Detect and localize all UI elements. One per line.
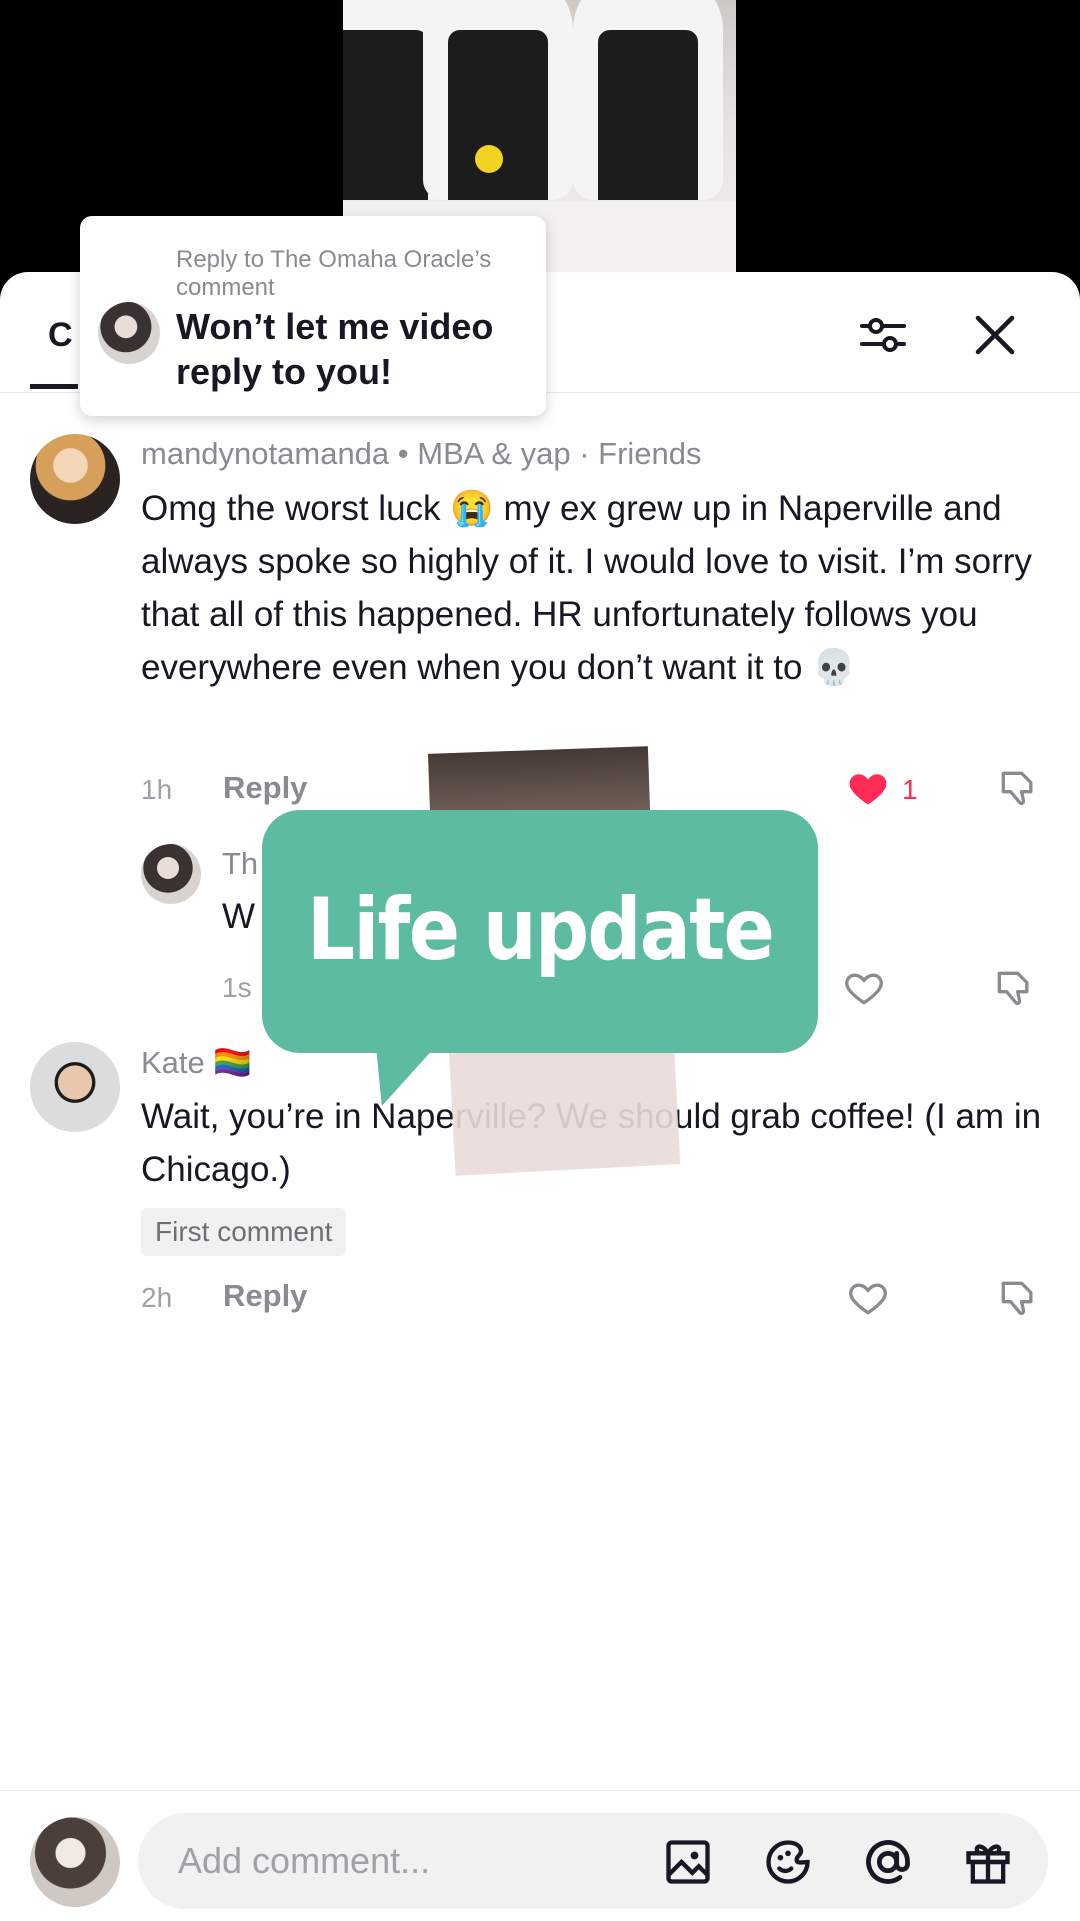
- avatar: [98, 302, 160, 364]
- reply-button[interactable]: Reply: [223, 1278, 307, 1314]
- apron: [343, 30, 428, 200]
- reply-to-label: Reply to The Omaha Oracle’s comment: [176, 246, 492, 301]
- comment-text: W: [222, 897, 256, 936]
- comment-username[interactable]: Kate 🏳️‍🌈: [141, 1044, 252, 1081]
- close-icon[interactable]: [972, 312, 1018, 358]
- comment-username[interactable]: mandynotamanda • MBA & yap · Friends: [141, 436, 702, 472]
- heart-icon[interactable]: [846, 766, 890, 810]
- reply-to-text: Won’t let me video reply to you!: [176, 306, 494, 392]
- image-icon[interactable]: [662, 1836, 714, 1888]
- avatar[interactable]: [30, 434, 120, 524]
- comment-time: 1h: [141, 774, 173, 805]
- lemon: [475, 145, 503, 173]
- avatar[interactable]: [141, 844, 201, 904]
- comment-text: Omg the worst luck 😭 my ex grew up in Na…: [141, 489, 1032, 687]
- first-comment-badge: First comment: [141, 1208, 347, 1256]
- avatar[interactable]: [30, 1042, 120, 1132]
- reply-to-card: Reply to The Omaha Oracle’s comment Won’…: [80, 216, 546, 416]
- video-person: [423, 0, 573, 200]
- overlay-photo: [448, 1034, 681, 1176]
- dislike-icon[interactable]: [996, 766, 1040, 810]
- apron: [598, 30, 698, 200]
- comment-time: 1s: [222, 972, 252, 1003]
- sticker-icon[interactable]: [762, 1836, 814, 1888]
- gift-icon[interactable]: [962, 1836, 1014, 1888]
- comment-time: 2h: [141, 1282, 173, 1313]
- filter-sliders-icon[interactable]: [858, 310, 908, 360]
- dislike-icon[interactable]: [996, 1276, 1040, 1320]
- heart-icon[interactable]: [842, 966, 886, 1010]
- avatar: [30, 1817, 120, 1907]
- like-count: 1: [902, 774, 918, 805]
- speech-bubble-tail: [363, 1048, 435, 1106]
- sticker-text: Life update: [306, 880, 775, 980]
- video-person: [573, 0, 723, 200]
- tab-underline: [30, 384, 78, 389]
- reply-button[interactable]: Reply: [223, 770, 307, 806]
- mention-icon[interactable]: [862, 1836, 914, 1888]
- comment-input-bar: [0, 1790, 1080, 1921]
- heart-icon[interactable]: [846, 1276, 890, 1320]
- tab-comments[interactable]: C: [48, 316, 73, 355]
- dislike-icon[interactable]: [992, 966, 1036, 1010]
- apron: [448, 30, 548, 200]
- comment-username[interactable]: Th: [222, 846, 258, 882]
